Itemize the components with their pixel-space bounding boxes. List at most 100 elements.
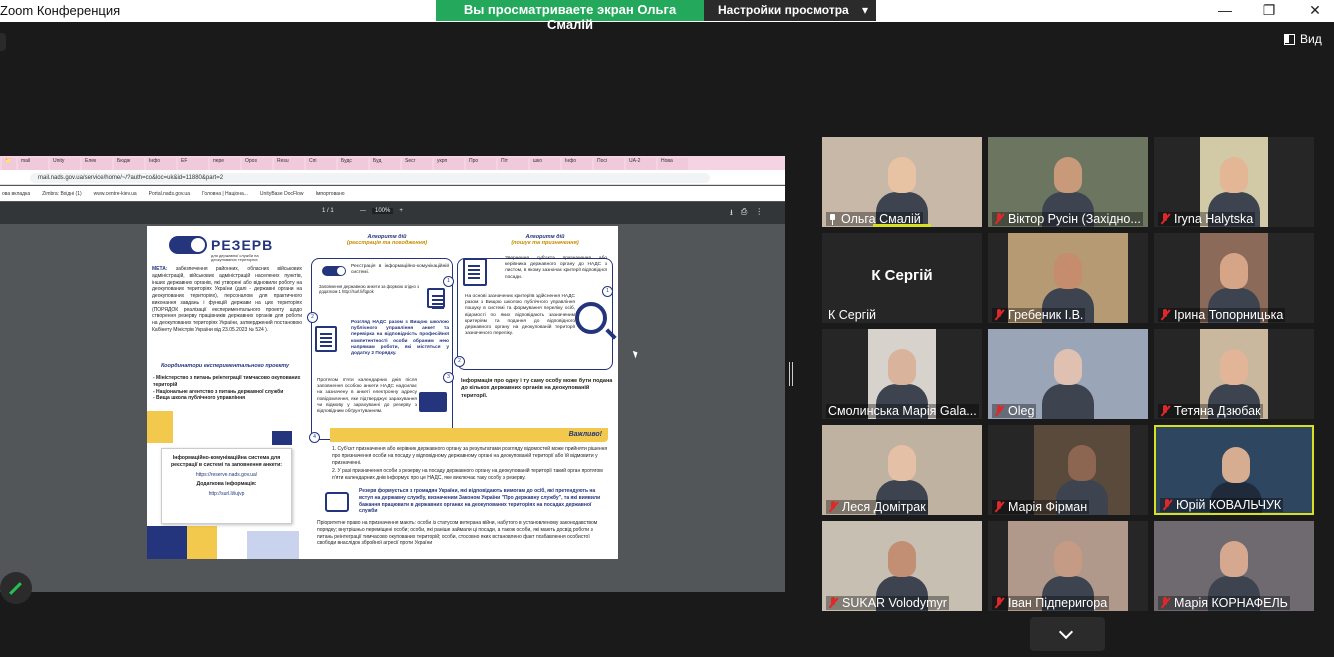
maximize-button[interactable]: ❐	[1246, 0, 1292, 22]
participant-tile[interactable]: Марія КОРНАФЕЛЬ	[1154, 521, 1314, 611]
browser-tab: Буд	[370, 158, 400, 170]
participant-silhouette	[1042, 384, 1094, 419]
coordinator-item: - Міністерство з питань реінтеграції тим…	[153, 375, 301, 388]
muted-mic-icon	[828, 597, 838, 609]
envelope-icon	[419, 392, 447, 412]
participant-tile[interactable]: Гребеник І.В.	[988, 233, 1148, 323]
decorative-shape	[147, 526, 187, 559]
coordinators-heading: Координатори експериментального проекту	[161, 363, 290, 369]
participant-name-label: Oleg	[992, 404, 1037, 418]
participant-face	[1220, 253, 1248, 289]
browser-tab: Бюдж	[114, 158, 144, 170]
step-4-text: Протягом п'яти календарних днів після за…	[317, 378, 417, 415]
participant-avatar-name: К Сергій	[871, 267, 933, 284]
browser-tab: 📁	[2, 158, 16, 170]
muted-mic-icon	[1160, 309, 1170, 321]
participant-name-label: Марія Фірман	[992, 500, 1090, 514]
search-icon	[575, 302, 607, 334]
shared-screen[interactable]: 📁 mail Unity Елек Бюдж Інфо EF пере Opos Resu Спі Б…	[0, 156, 785, 592]
step-number-2: 2	[307, 312, 318, 323]
reserve-formation-text: Резерв формується з громадян України, як…	[359, 488, 609, 515]
participant-tile[interactable]: SUKAR Volodymyr	[822, 521, 982, 611]
mouse-cursor-icon	[632, 349, 640, 359]
speaking-indicator	[873, 224, 931, 227]
browser-tab: Елек	[82, 158, 112, 170]
browser-tab: Інфо	[146, 158, 176, 170]
pdf-toolbar: 1 / 1 — 100% + ⭳ ⎙ ⋮	[0, 202, 785, 224]
sidebar-handle[interactable]	[0, 33, 6, 51]
step-number-3: 3	[443, 372, 454, 383]
browser-tab: укрп	[434, 158, 464, 170]
participant-tile[interactable]: Iryna Halytska	[1154, 137, 1314, 227]
download-icon: ⭳	[730, 208, 733, 217]
participant-name: Тетяна Дзюбак	[1174, 404, 1261, 418]
collapse-gallery-button[interactable]	[1030, 617, 1105, 651]
view-button-label: Вид	[1300, 32, 1322, 46]
muted-mic-icon	[994, 213, 1004, 225]
zoom-in-button: +	[399, 208, 403, 214]
step-r2-text: На основі зазначених критеріїв здійсненн…	[465, 294, 575, 337]
pdf-page-indicator: 1 / 1	[322, 208, 334, 214]
participant-tile[interactable]: Леся Домітрак	[822, 425, 982, 515]
participant-face	[1068, 445, 1096, 481]
algorithm-2-subtitle: (пошук та призначення)	[511, 240, 579, 246]
browser-tab: Secr	[402, 158, 432, 170]
participant-name: Віктор Русін (Західно...	[1008, 212, 1141, 226]
form-icon	[427, 288, 445, 308]
info-extra-link: http://surl.li/iujvp	[208, 491, 245, 498]
muted-mic-icon	[828, 501, 838, 513]
step-number-r1: 1	[602, 286, 613, 297]
participant-name: Смолинська Марія Gala...	[828, 404, 977, 418]
browser-tab: пере	[210, 158, 240, 170]
participant-tile[interactable]: Іван Підперигора	[988, 521, 1148, 611]
split-divider-handle[interactable]	[789, 362, 793, 386]
chevron-down-icon	[1058, 624, 1074, 640]
close-button[interactable]: ✕	[1292, 0, 1334, 22]
participant-face	[888, 541, 916, 577]
decorative-shape	[187, 526, 217, 559]
muted-mic-icon	[1160, 597, 1170, 609]
participant-tile[interactable]: Oleg	[988, 329, 1148, 419]
pdf-page: РЕЗЕРВ для державної служби на деокупова…	[147, 226, 618, 559]
algorithm-1-subtitle: (реєстрація та погодження)	[346, 240, 428, 246]
zoom-out-button: —	[360, 208, 366, 214]
participant-name-label: Марія КОРНАФЕЛЬ	[1158, 596, 1290, 610]
participant-face	[1054, 157, 1082, 193]
participant-face	[888, 349, 916, 385]
participant-tile[interactable]: К Сергій К Сергій	[822, 233, 982, 323]
decorative-shape	[147, 411, 173, 443]
participant-tile[interactable]: Смолинська Марія Gala...	[822, 329, 982, 419]
pdf-zoom-controls: — 100% +	[360, 208, 403, 214]
layout-icon	[1284, 33, 1295, 45]
view-options-button[interactable]: Настройки просмотра ▾	[704, 0, 876, 21]
goal-body: забезпечення районних, обласних військов…	[152, 266, 302, 333]
view-button[interactable]: Вид	[1284, 32, 1322, 46]
important-item-2: 2. У разі призначення особи з резерву на…	[332, 468, 603, 481]
bookmark-item: Імпортовано	[315, 190, 345, 197]
participant-tile[interactable]: Ірина Топорницька	[1154, 233, 1314, 323]
participant-name-label: Юрій КОВАЛЬЧУК	[1160, 498, 1284, 512]
algorithm-2-heading: Алгоритм дій (пошук та призначення)	[485, 234, 605, 246]
browser-tab: шко	[530, 158, 560, 170]
minimize-button[interactable]: —	[1202, 0, 1248, 22]
participant-tile[interactable]: Тетяна Дзюбак	[1154, 329, 1314, 419]
toggle-icon	[322, 266, 346, 276]
thumbs-up-icon	[325, 492, 349, 512]
app-title: Zoom Конференция	[0, 3, 121, 18]
participant-name-label: Iryna Halytska	[1158, 212, 1256, 226]
step-number-r2: 2	[454, 356, 465, 367]
participant-tile[interactable]: Ольга Смалій	[822, 137, 982, 227]
bookmark-item: ова вкладка	[2, 190, 31, 197]
muted-mic-icon	[1162, 499, 1172, 511]
annotate-button[interactable]	[0, 572, 32, 604]
participant-tile[interactable]: Віктор Русін (Західно...	[988, 137, 1148, 227]
participant-tile[interactable]: Марія Фірман	[988, 425, 1148, 515]
browser-tab: Піт	[498, 158, 528, 170]
info-system-link: https://reserve.nads.gov.ua/	[195, 472, 258, 479]
participant-name-label: Ірина Топорницька	[1158, 308, 1286, 322]
important-list: 1. Суб'єкт призначення або керівник держ…	[332, 446, 610, 482]
step-2-text: Розгляд НАДС разом з Вищою школою публіч…	[351, 320, 449, 357]
step-2-body: Розгляд НАДС разом з Вищою школою публіч…	[351, 320, 449, 357]
participant-tile[interactable]: Юрій КОВАЛЬЧУК	[1154, 425, 1314, 515]
pen-icon	[9, 582, 22, 595]
